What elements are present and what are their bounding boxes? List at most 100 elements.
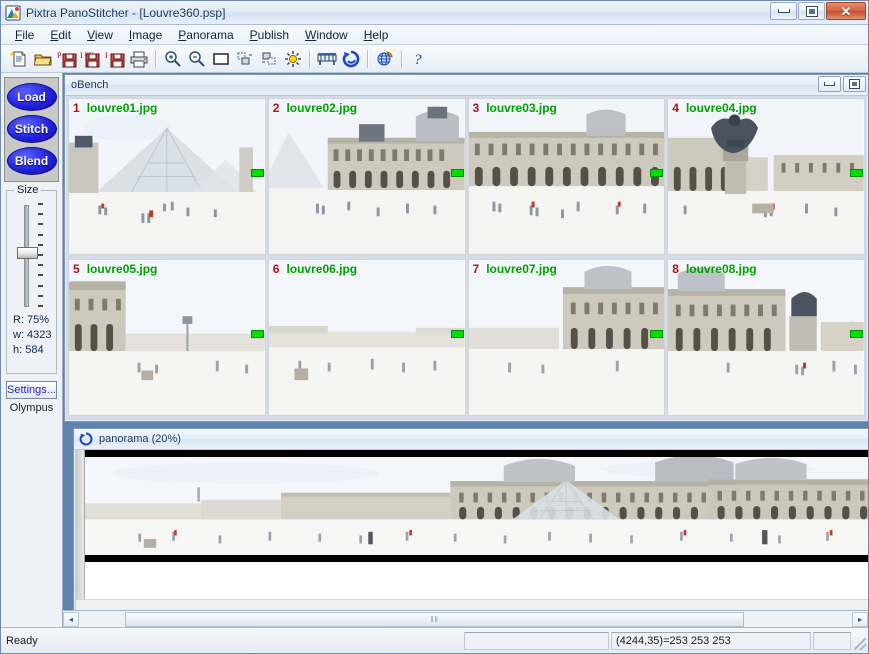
zoom-in-button[interactable]: [161, 47, 185, 71]
minimize-button[interactable]: [770, 2, 797, 20]
stitch-marker[interactable]: [650, 169, 664, 177]
thumbnail-label: 5 louvre05.jpg: [73, 262, 157, 276]
thumbnail-label: 8 louvre08.jpg: [672, 262, 756, 276]
stitch-marker[interactable]: [850, 169, 863, 177]
size-slider[interactable]: [7, 203, 56, 307]
menu-item-edit[interactable]: Edit: [42, 26, 79, 44]
print-button[interactable]: [127, 47, 151, 71]
stitch-button[interactable]: Stitch: [6, 115, 57, 143]
left-tool-panel: Load Stitch Blend Size R: 75% w: 4323 h:…: [1, 73, 63, 627]
scroll-right-arrow[interactable]: ▸: [852, 611, 868, 627]
menu-bar: FFileile Edit View Image Panorama Publis…: [1, 25, 868, 45]
photobench-window: oBench 1 louvre01.jpg 2 louvre02.jpg 3 l…: [64, 74, 868, 422]
brightness-button[interactable]: [281, 47, 305, 71]
align-right-button[interactable]: [257, 47, 281, 71]
photobench-title-bar[interactable]: oBench: [65, 75, 868, 96]
status-extra-pane: [813, 631, 851, 650]
thumbnail-image: [468, 260, 665, 415]
mdi-client-area: oBench 1 louvre01.jpg 2 louvre02.jpg 3 l…: [63, 73, 868, 627]
menu-item-help[interactable]: Help: [356, 26, 397, 44]
svg-text:I: I: [105, 51, 108, 60]
photobench-window-controls: [818, 76, 866, 92]
thumbnail-filename: louvre01.jpg: [86, 101, 158, 115]
stitch-marker[interactable]: [650, 330, 664, 338]
stitch-marker[interactable]: [450, 330, 464, 338]
open-folder-button[interactable]: [31, 47, 55, 71]
save-project-button[interactable]: P: [55, 47, 79, 71]
thumbnail-filename: louvre04.jpg: [685, 101, 757, 115]
thumbnail-index: 6: [272, 262, 280, 276]
thumbnail-image: [668, 99, 864, 254]
align-left-button[interactable]: [233, 47, 257, 71]
save-image-button[interactable]: I: [103, 47, 127, 71]
thumbnail-item[interactable]: 7 louvre07.jpg: [467, 259, 666, 416]
scroll-left-arrow[interactable]: ◂: [63, 611, 79, 627]
slider-thumb[interactable]: [17, 247, 38, 259]
scroll-track[interactable]: ‖‖: [79, 611, 852, 627]
menu-item-file[interactable]: FFileile: [7, 26, 42, 44]
panorama-title: panorama (20%): [99, 433, 181, 445]
menu-item-publish[interactable]: Publish: [242, 26, 297, 44]
scroll-thumb[interactable]: ‖‖: [125, 611, 744, 627]
publish-web-button[interactable]: [373, 47, 397, 71]
close-button[interactable]: ✕: [826, 2, 866, 20]
maximize-button[interactable]: [798, 2, 825, 20]
load-button[interactable]: Load: [6, 83, 57, 111]
thumbnail-item[interactable]: 8 louvre08.jpg: [667, 259, 865, 416]
scroll-grip: ‖‖: [430, 614, 439, 624]
thumbnail-index: 5: [73, 262, 80, 276]
panorama-canvas[interactable]: [85, 450, 868, 616]
thumbnail-filename: louvre05.jpg: [86, 262, 158, 276]
child-restore-button[interactable]: [843, 76, 866, 92]
panorama-bottom-letterbox: [85, 555, 868, 562]
thumbnail-item[interactable]: 5 louvre05.jpg: [68, 259, 266, 416]
child-minimize-button[interactable]: [818, 76, 841, 92]
menu-item-image[interactable]: Image: [121, 26, 170, 44]
blend-arrows-icon: [79, 432, 93, 446]
zoom-out-button[interactable]: [185, 47, 209, 71]
thumbnail-image: [268, 99, 465, 254]
help-button[interactable]: ?: [407, 47, 431, 71]
thumbnail-item[interactable]: 3 louvre03.jpg: [467, 98, 666, 255]
menu-item-view[interactable]: View: [79, 26, 121, 44]
stitch-bench-button[interactable]: [315, 47, 339, 71]
thumbnail-row: 1 louvre01.jpg 2 louvre02.jpg 3 louvre03…: [68, 98, 865, 255]
settings-button[interactable]: Settings...: [6, 381, 57, 399]
thumbnail-index: 3: [472, 101, 480, 115]
svg-text:I: I: [80, 51, 83, 60]
camera-profile-label: Olympus: [9, 402, 54, 414]
minimize-icon: [777, 9, 790, 13]
menu-item-window[interactable]: Window: [297, 26, 356, 44]
action-button-group: Load Stitch Blend: [4, 77, 59, 182]
status-progress-pane: [464, 631, 609, 650]
fit-window-button[interactable]: [209, 47, 233, 71]
panorama-window: panorama (20%): [73, 428, 868, 618]
thumbnail-item[interactable]: 6 louvre06.jpg: [267, 259, 466, 416]
mdi-horizontal-scrollbar[interactable]: ◂ ‖‖ ▸: [63, 610, 868, 627]
thumbnail-item[interactable]: 4 louvre04.jpg: [667, 98, 865, 255]
thumbnail-item[interactable]: 2 louvre02.jpg: [267, 98, 466, 255]
stitch-marker[interactable]: [250, 330, 264, 338]
panorama-title-bar[interactable]: panorama (20%): [74, 429, 868, 450]
maximize-icon: [805, 5, 818, 17]
window-title: Pixtra PanoStitcher - [Louvre360.psp]: [26, 5, 226, 20]
blend-arrows-button[interactable]: [339, 47, 363, 71]
thumbnail-image: [268, 260, 465, 415]
panorama-body: [75, 450, 868, 616]
menu-item-panorama[interactable]: Panorama: [170, 26, 241, 44]
svg-text:?: ?: [414, 52, 422, 68]
blend-button[interactable]: Blend: [6, 147, 57, 175]
thumbnail-item[interactable]: 1 louvre01.jpg: [68, 98, 266, 255]
toolbar-separator-2: [309, 49, 311, 68]
thumbnail-index: 8: [672, 262, 679, 276]
resize-grip[interactable]: [854, 638, 866, 650]
stitch-marker[interactable]: [250, 169, 264, 177]
stitch-marker[interactable]: [850, 330, 863, 338]
stitch-marker[interactable]: [450, 169, 464, 177]
minimize-icon: [824, 82, 835, 86]
app-logo-icon: [5, 5, 21, 21]
height-value: h: 584: [13, 344, 44, 356]
new-document-button[interactable]: [7, 47, 31, 71]
save-image-100-button[interactable]: I 100: [79, 47, 103, 71]
settings-area: Settings... Olympus: [6, 381, 57, 414]
